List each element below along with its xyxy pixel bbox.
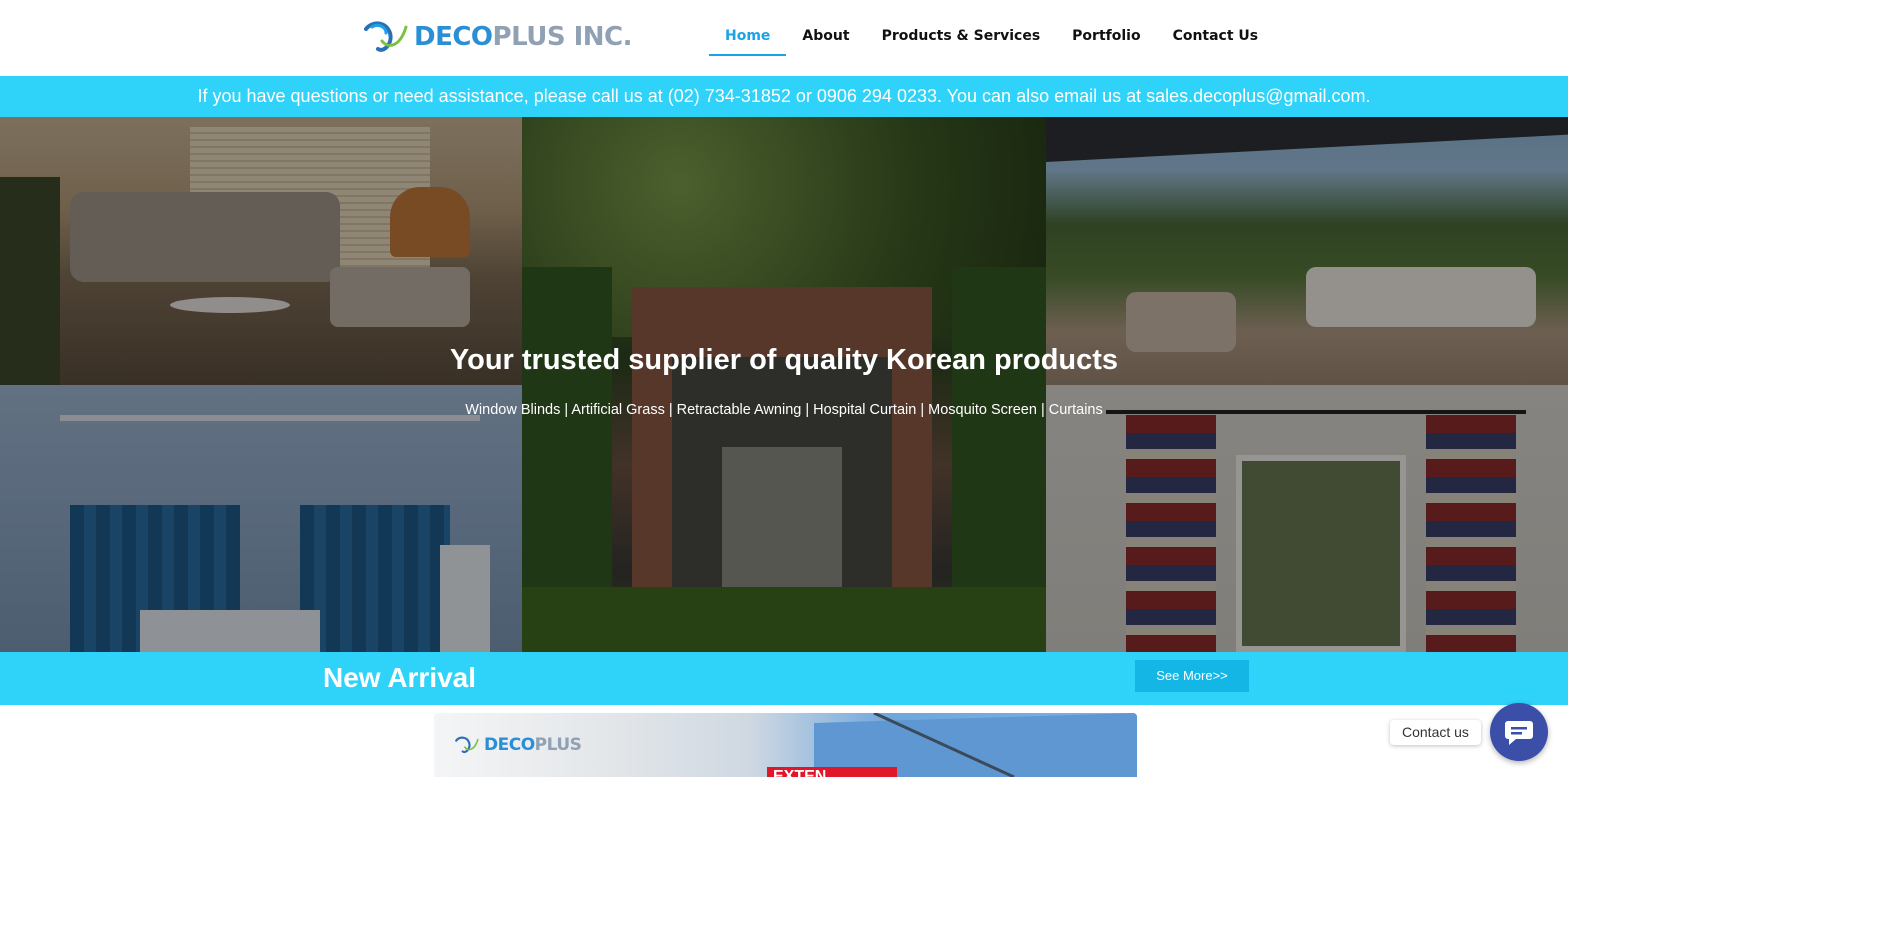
nav-about[interactable]: About [786,22,865,56]
hero-overlay [0,117,1568,652]
nav-home[interactable]: Home [709,22,787,56]
logo-swoosh-icon [364,21,408,52]
hero-section: Your trusted supplier of quality Korean … [0,117,1568,652]
hero-title: Your trusted supplier of quality Korean … [449,344,1119,376]
site-header: DECOPLUS INC. Home About Products & Serv… [0,0,1568,76]
contact-us-label[interactable]: Contact us [1390,720,1481,745]
chat-icon [1505,721,1533,745]
logo-text: DECOPLUS INC. [414,22,633,52]
contact-info-text: If you have questions or need assistance… [197,86,1371,106]
site-logo[interactable]: DECOPLUS INC. [362,18,633,56]
nav-contact-us[interactable]: Contact Us [1157,22,1275,56]
banner-promo-text: EXTEN [767,767,897,777]
banner-logo-swoosh-icon [455,736,479,754]
nav-products-services[interactable]: Products & Services [866,22,1057,56]
banner-logo-text: DECOPLUS [484,735,582,755]
new-arrival-title: New Arrival [323,662,477,693]
new-arrival-banner[interactable]: DECOPLUS EXTEN [434,713,1137,777]
new-arrival-bar: New Arrival See More>> [0,652,1568,705]
contact-info-bar: If you have questions or need assistance… [0,76,1568,117]
hero-subtitle: Window Blinds | Artificial Grass | Retra… [465,402,1103,418]
banner-logo: DECOPLUS [454,735,582,755]
contact-us-button[interactable] [1490,703,1548,761]
main-nav: Home About Products & Services Portfolio… [709,22,1274,56]
nav-portfolio[interactable]: Portfolio [1056,22,1156,56]
see-more-button[interactable]: See More>> [1135,660,1249,692]
